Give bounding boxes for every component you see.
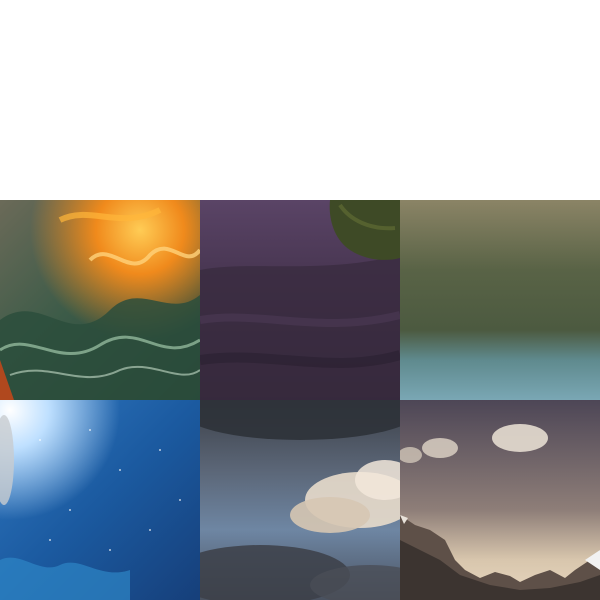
image-gallery-page xyxy=(0,0,600,600)
thumbnail-fiery-ocean-wave[interactable] xyxy=(0,200,200,400)
blue-water-splash-image xyxy=(0,400,200,600)
thumbnail-blurred-green-landscape[interactable] xyxy=(400,200,600,400)
purple-shoreline-rock-image xyxy=(200,200,400,400)
thumbnail-purple-shoreline-rock[interactable] xyxy=(200,200,400,400)
thumbnail-mountain-peaks-dusk[interactable] xyxy=(400,400,600,600)
stormy-cloud-sky-image xyxy=(200,400,400,600)
thumbnail-stormy-cloud-sky[interactable] xyxy=(200,400,400,600)
thumbnail-blue-water-splash[interactable] xyxy=(0,400,200,600)
thumbnail-grid xyxy=(0,200,600,600)
mountain-peaks-dusk-image xyxy=(400,400,600,600)
blank-header-area xyxy=(0,0,600,200)
fiery-ocean-wave-image xyxy=(0,200,200,400)
blurred-green-landscape-image xyxy=(400,200,600,400)
